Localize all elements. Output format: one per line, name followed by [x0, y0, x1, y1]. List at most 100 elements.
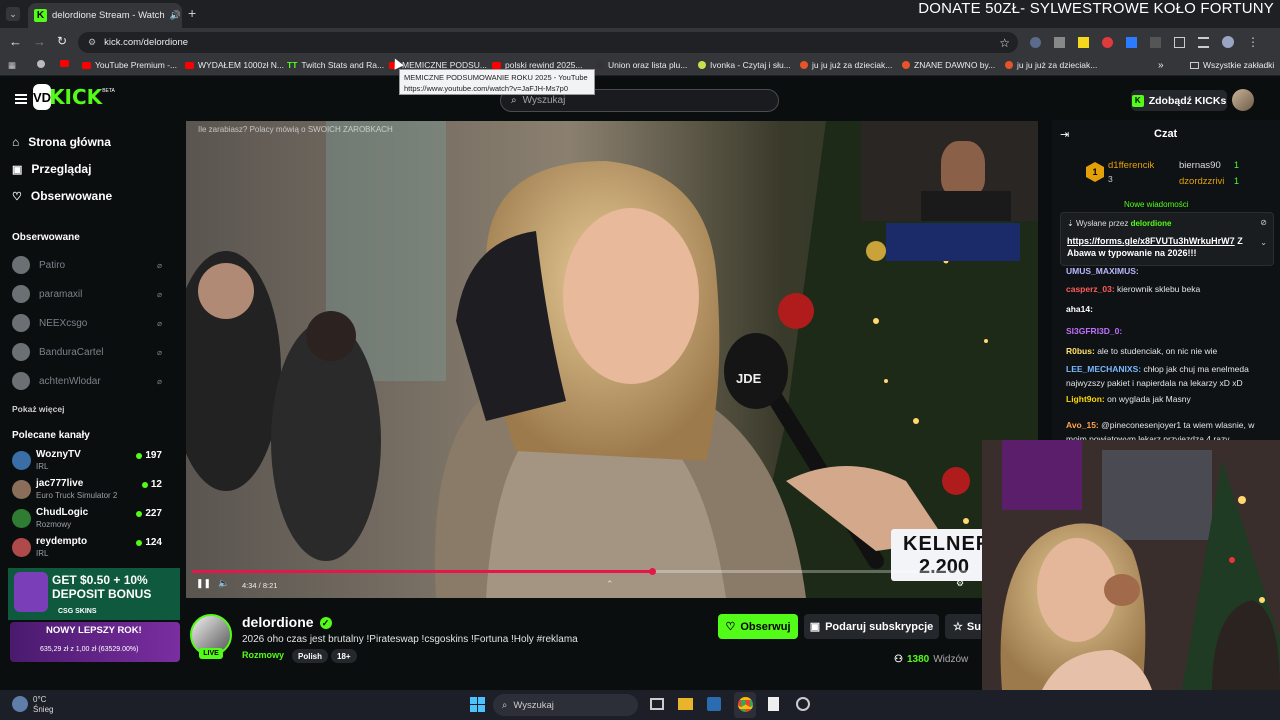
new-messages-label[interactable]: Nowe wiadomości [1124, 200, 1188, 209]
recommended-channel[interactable]: jac777live Euro Truck Simulator 2 12 [12, 477, 162, 505]
bookmark-item[interactable]: Union oraz lista plu... [596, 60, 687, 70]
more-bookmarks-icon[interactable]: » [1158, 60, 1164, 71]
extension-icon[interactable] [1078, 36, 1089, 48]
chat-username[interactable]: UMUS_MAXIMUS: [1066, 266, 1139, 276]
extensions-puzzle-icon[interactable] [1174, 36, 1185, 48]
chat-username[interactable]: SI3GFRI3D_0: [1066, 326, 1122, 336]
kicks-icon: K [1131, 94, 1144, 107]
video-progress-bar[interactable] [192, 568, 972, 575]
bookmark-item[interactable]: Ivonka - Czytaj i słu... [698, 60, 791, 70]
reload-icon[interactable]: ↻ [57, 34, 67, 48]
show-more-link[interactable]: Pokaż więcej [12, 404, 64, 414]
recommended-channel[interactable]: reydempto IRL 124 [12, 535, 162, 563]
get-kicks-button[interactable]: K Zdobądź KICKs [1131, 90, 1227, 111]
chat-text: kierownik sklebu beka [1117, 284, 1201, 294]
chat-username[interactable]: R0bus: [1066, 346, 1095, 356]
bookmark-item[interactable] [60, 60, 69, 67]
extension-icon[interactable] [1054, 36, 1065, 48]
menu-kebab-icon[interactable]: ⋮ [1247, 36, 1259, 48]
extension-icon[interactable] [1030, 36, 1041, 48]
bookmark-item[interactable]: WYDAŁEM 1000zł N... [185, 60, 284, 70]
chat-text: ale to studenciak, on nic nie wie [1097, 346, 1218, 356]
bookmark-item[interactable] [37, 60, 45, 68]
gift-sub-button[interactable]: ▣ Podaruj subskrypcje [804, 614, 939, 639]
extension-icon[interactable] [1150, 36, 1161, 48]
tag-language[interactable]: Polish [292, 649, 329, 663]
extension-icon[interactable] [1102, 36, 1113, 48]
chevron-up-icon[interactable]: ⌃ [606, 579, 614, 590]
follow-button[interactable]: ♡ Obserwuj [718, 614, 798, 639]
channel-name[interactable]: delordione ✓ [242, 614, 332, 630]
subscribe-button[interactable]: ☆ Su [945, 614, 981, 639]
nav-browse[interactable]: ▣ Przeglądaj [12, 162, 91, 176]
settings-gear-icon[interactable]: ⚙ [956, 578, 964, 589]
search-icon: ⌕ [511, 95, 517, 106]
bookmark-item[interactable]: ZNANE DAWNO by... [902, 60, 995, 70]
forward-icon[interactable]: → [33, 34, 46, 49]
bookmark-item[interactable]: ju ju już za dzieciak... [1005, 60, 1097, 70]
gifter-name[interactable]: biernas90 [1179, 160, 1221, 171]
pause-icon[interactable]: ❚❚ [196, 578, 211, 589]
tag-age[interactable]: 18+ [331, 649, 357, 663]
chevron-down-icon[interactable]: ⌄ [1260, 238, 1267, 247]
followed-channel[interactable]: Patiro ⌀ [12, 256, 162, 274]
chat-username[interactable]: aha14: [1066, 304, 1093, 314]
nav-following[interactable]: ♡ Obserwowane [12, 189, 112, 203]
followed-channel[interactable]: NEEXcsgo ⌀ [12, 314, 162, 332]
mute-tab-icon[interactable]: 🔊 [170, 10, 181, 21]
chat-username[interactable]: Light9on: [1066, 394, 1105, 404]
bookmark-item[interactable]: YouTube Premium -... [82, 60, 177, 70]
hamburger-menu-icon[interactable] [15, 94, 27, 104]
users-icon: ⚇ [894, 654, 903, 665]
top-gifter-name[interactable]: d1fferencik [1108, 160, 1154, 171]
top-gifter-badge: 1 [1086, 162, 1104, 182]
category-link[interactable]: Rozmowy [242, 650, 284, 660]
taskbar-search[interactable]: ⌕ Wyszukaj [493, 694, 638, 716]
new-tab-icon[interactable]: + [188, 5, 196, 21]
media-icon[interactable] [1198, 36, 1209, 48]
user-avatar[interactable] [1232, 89, 1254, 111]
unpin-icon[interactable]: ⊘ [1260, 218, 1267, 227]
file-explorer-icon[interactable] [678, 698, 693, 710]
followed-channel[interactable]: BanduraCartel ⌀ [12, 343, 162, 361]
site-info-icon[interactable]: ⚙ [88, 37, 96, 48]
bookmark-star-icon[interactable]: ☆ [999, 36, 1010, 50]
chrome-app[interactable] [734, 692, 756, 718]
video-player[interactable]: Ile zarabiasz? Polacy mówią o SWOICH ZAR… [186, 121, 1038, 598]
chat-username[interactable]: LEE_MECHANIXS: [1066, 364, 1141, 374]
chat-username[interactable]: casperz_03: [1066, 284, 1115, 294]
back-icon[interactable]: ← [9, 34, 22, 49]
start-windows-icon[interactable] [470, 697, 485, 712]
apps-grid-icon[interactable]: ▦ [8, 60, 16, 71]
promo-banner[interactable]: GET $0.50 + 10% DEPOSIT BONUS CSG SKINS [8, 568, 180, 620]
volume-icon[interactable]: 🔈 [218, 578, 229, 589]
weather-icon[interactable] [12, 696, 28, 712]
pinned-content[interactable]: https://forms.gle/x8FVUTu3hWrkuHrW7 ZAba… [1067, 235, 1247, 259]
bookmark-item[interactable]: TT Twitch Stats and Ra... [287, 60, 384, 70]
followed-channel[interactable]: achtenWlodar ⌀ [12, 372, 162, 390]
viewer-count: ⚇ 1380 Widzów [894, 654, 969, 665]
followed-channel[interactable]: paramaxil ⌀ [12, 285, 162, 303]
all-bookmarks[interactable]: Wszystkie zakładki [1190, 60, 1274, 70]
task-view-icon[interactable] [650, 698, 664, 710]
promo-brand: CSG SKINS [58, 608, 97, 615]
chat-message: aha14: [1066, 302, 1274, 316]
tab-search-icon[interactable]: ⌄ [6, 7, 20, 21]
chat-username[interactable]: Avo_15: [1066, 420, 1099, 430]
tab-active[interactable]: K delordione Stream - Watch 🔊 ✕ [28, 3, 182, 28]
bookmark-item[interactable]: ju ju już za dzieciak... [800, 60, 892, 70]
extension-icon[interactable] [1126, 36, 1137, 48]
address-bar[interactable]: ⚙ kick.com/delordione ☆ [78, 32, 1018, 53]
stream-title: 2026 oho czas jest brutalny !Pirateswap … [242, 634, 578, 645]
store-icon[interactable] [707, 697, 721, 711]
app-icon[interactable] [796, 697, 810, 711]
kick-logo[interactable]: VD KICK BETA [33, 84, 115, 110]
gifter-name[interactable]: dzordzzrivi [1179, 176, 1224, 187]
collapse-chat-icon[interactable]: ⇥ [1060, 128, 1069, 141]
nav-home[interactable]: ⌂ Strona główna [12, 135, 111, 149]
profile-avatar-icon[interactable] [1222, 36, 1234, 48]
recommended-channel[interactable]: ChudLogic Rozmowy 227 [12, 506, 162, 534]
gifter-count: 1 [1234, 160, 1240, 170]
notepad-icon[interactable] [768, 697, 779, 711]
recommended-channel[interactable]: WoznyTV IRL 197 [12, 448, 162, 476]
